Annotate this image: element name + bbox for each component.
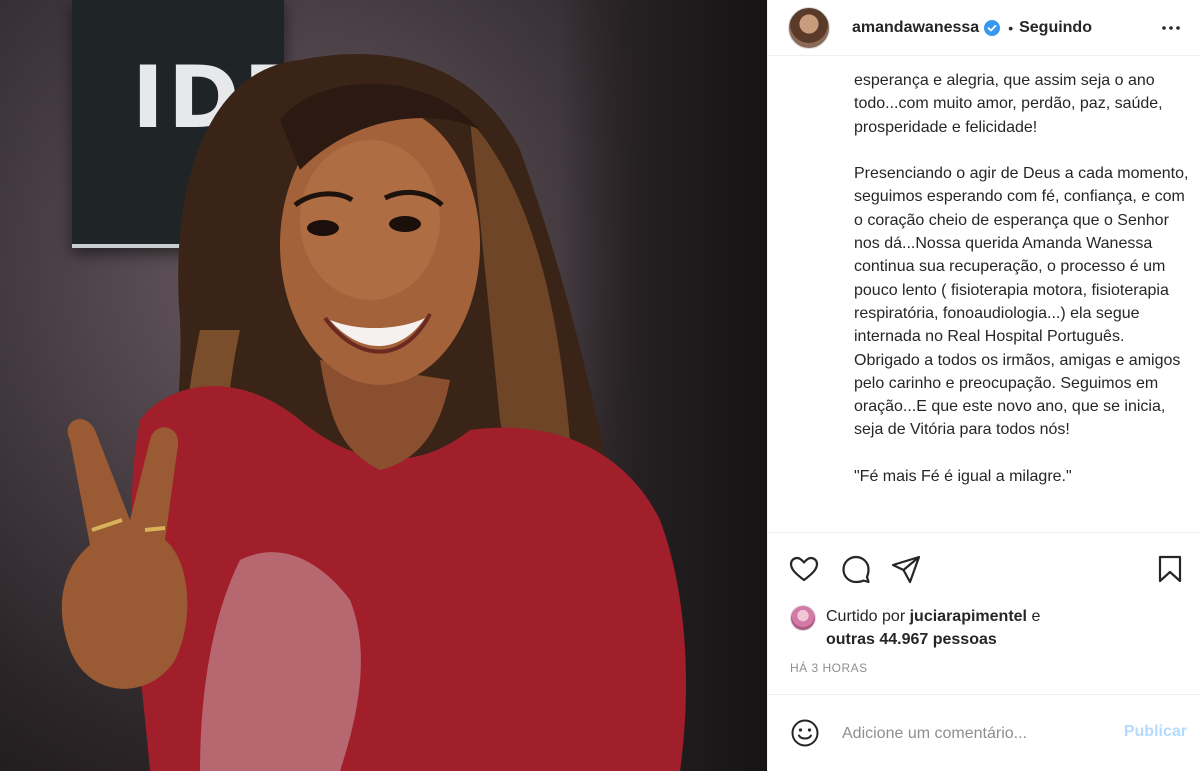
bookmark-icon[interactable]: [1154, 553, 1186, 585]
post-header: amandawanessa • Seguindo: [768, 0, 1200, 56]
likes-prefix: Curtido por: [826, 608, 906, 625]
following-button[interactable]: Seguindo: [1019, 19, 1092, 37]
more-options-icon[interactable]: [1159, 16, 1183, 40]
woman-portrait: [61, 54, 686, 771]
liker-username-link[interactable]: juciarapimentel: [910, 608, 1027, 625]
publish-button[interactable]: Publicar: [1124, 723, 1187, 741]
verified-badge-icon: [984, 19, 1001, 36]
comment-input[interactable]: [842, 720, 1102, 748]
likes-summary: Curtido por juciarapimentel e outras 44.…: [790, 603, 1190, 649]
separator-dot: •: [1008, 19, 1014, 36]
post-side-panel: amandawanessa • Seguindo esperança e ale…: [767, 0, 1200, 771]
paper-plane-icon[interactable]: [890, 553, 922, 585]
likes-others-link[interactable]: outras 44.967 pessoas: [826, 631, 997, 648]
comment-bar: Publicar: [768, 694, 1200, 771]
post-timestamp[interactable]: HÁ 3 HORAS: [790, 661, 868, 675]
heart-icon[interactable]: [788, 553, 820, 585]
emoji-smile-icon[interactable]: [790, 718, 820, 748]
action-bar: [768, 532, 1200, 604]
likes-connector: e: [1031, 608, 1041, 625]
post-photo[interactable]: IDE: [0, 0, 767, 771]
instagram-post: IDE amandawanessa • Seguindo esperança e…: [0, 0, 1200, 771]
post-caption: esperança e alegria, que assim seja o an…: [854, 72, 1189, 486]
liker-avatar[interactable]: [790, 605, 816, 631]
avatar[interactable]: [788, 6, 830, 49]
comment-bubble-icon[interactable]: [840, 553, 872, 585]
username-link[interactable]: amandawanessa: [852, 19, 979, 37]
